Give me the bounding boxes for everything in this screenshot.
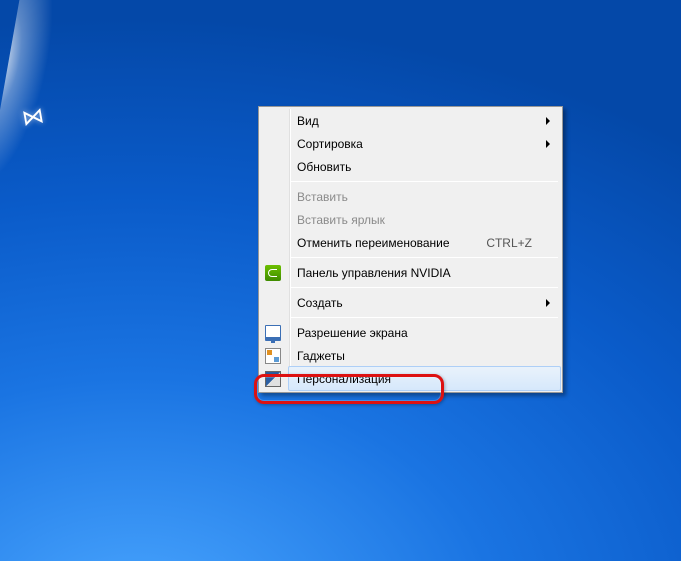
- menu-separator: [291, 287, 558, 288]
- monitor-icon: [265, 325, 281, 341]
- menu-item-view[interactable]: Вид: [289, 109, 560, 132]
- menu-separator: [291, 181, 558, 182]
- menu-shortcut: CTRL+Z: [486, 236, 532, 250]
- gadgets-icon: [265, 348, 281, 364]
- menu-label: Персонализация: [297, 372, 532, 386]
- menu-label: Панель управления NVIDIA: [297, 266, 532, 280]
- menu-item-new[interactable]: Создать: [289, 291, 560, 314]
- menu-item-sort[interactable]: Сортировка: [289, 132, 560, 155]
- menu-item-refresh[interactable]: Обновить: [289, 155, 560, 178]
- menu-label: Вид: [297, 114, 532, 128]
- butterfly-icon: ⋈: [20, 102, 46, 131]
- menu-label: Гаджеты: [297, 349, 532, 363]
- menu-item-gadgets[interactable]: Гаджеты: [289, 344, 560, 367]
- desktop[interactable]: ⋈ Вид Сортировка Обновить Вставить Встав…: [0, 0, 681, 561]
- menu-item-paste: Вставить: [289, 185, 560, 208]
- submenu-arrow-icon: [546, 299, 550, 307]
- desktop-context-menu: Вид Сортировка Обновить Вставить Вставит…: [258, 106, 563, 393]
- menu-label: Вставить ярлык: [297, 213, 532, 227]
- menu-separator: [291, 257, 558, 258]
- menu-label: Сортировка: [297, 137, 532, 151]
- menu-item-resolution[interactable]: Разрешение экрана: [289, 321, 560, 344]
- menu-item-nvidia[interactable]: Панель управления NVIDIA: [289, 261, 560, 284]
- submenu-arrow-icon: [546, 140, 550, 148]
- menu-label: Отменить переименование: [297, 236, 470, 250]
- submenu-arrow-icon: [546, 117, 550, 125]
- menu-item-paste-shortcut: Вставить ярлык: [289, 208, 560, 231]
- menu-label: Разрешение экрана: [297, 326, 532, 340]
- menu-label: Вставить: [297, 190, 532, 204]
- menu-label: Обновить: [297, 160, 532, 174]
- menu-item-personalize[interactable]: Персонализация: [288, 366, 561, 391]
- personalize-icon: [265, 371, 281, 387]
- menu-separator: [291, 317, 558, 318]
- menu-label: Создать: [297, 296, 532, 310]
- menu-item-undo-rename[interactable]: Отменить переименование CTRL+Z: [289, 231, 560, 254]
- nvidia-icon: [265, 265, 281, 281]
